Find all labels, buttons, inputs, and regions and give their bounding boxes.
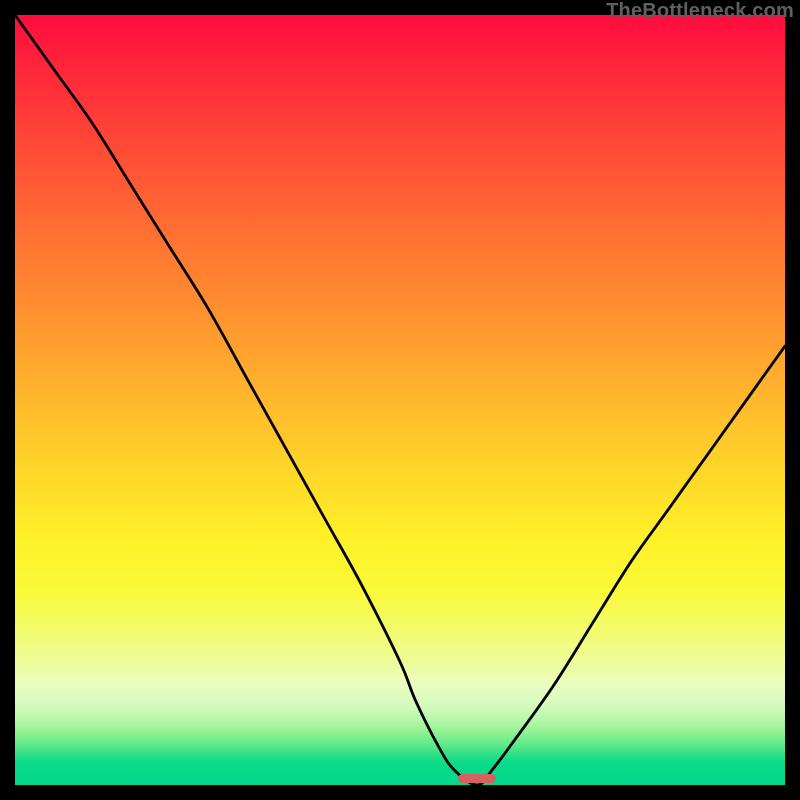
bottleneck-curve [15, 15, 785, 785]
plot-area [15, 15, 785, 785]
chart-frame: TheBottleneck.com [0, 0, 800, 800]
watermark-text: TheBottleneck.com [606, 0, 794, 23]
optimal-range-marker [458, 774, 497, 783]
